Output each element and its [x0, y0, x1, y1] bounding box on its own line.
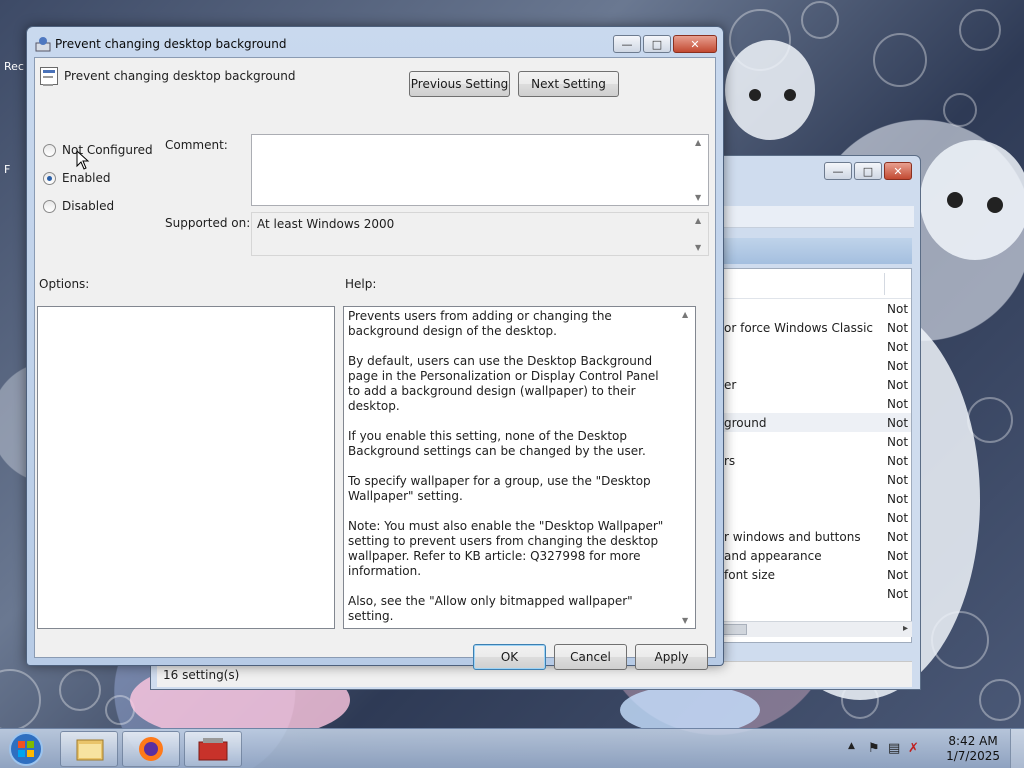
maximize-icon[interactable]: □ — [854, 162, 882, 180]
desktop-icon-label[interactable]: Rec — [4, 60, 28, 73]
setting-name: r windows and buttons — [724, 530, 861, 544]
setting-state: Not — [887, 549, 909, 563]
options-panel — [37, 306, 335, 629]
setting-name: and appearance — [724, 549, 822, 563]
help-panel[interactable]: Prevents users from adding or changing t… — [343, 306, 696, 629]
setting-name: rs — [724, 454, 736, 468]
supported-scrollbar[interactable]: ▲ ▼ — [691, 213, 708, 255]
start-button[interactable] — [4, 731, 48, 767]
scroll-down-icon[interactable]: ▼ — [695, 193, 701, 202]
supported-on-value: At least Windows 2000 — [257, 217, 395, 231]
cancel-button[interactable]: Cancel — [554, 644, 627, 670]
close-icon[interactable]: ✕ — [884, 162, 912, 180]
close-icon[interactable]: ✕ — [673, 35, 717, 53]
help-text: Prevents users from adding or changing t… — [348, 309, 673, 639]
setting-name: or force Windows Classic — [724, 321, 874, 335]
scroll-up-icon[interactable]: ▲ — [695, 138, 701, 147]
radio-disabled[interactable]: Disabled — [43, 199, 114, 213]
setting-state: Not — [887, 473, 909, 487]
scroll-up-icon[interactable]: ▲ — [682, 310, 688, 319]
radio-label: Disabled — [62, 199, 115, 213]
radio-circle[interactable] — [43, 143, 56, 157]
system-tray: ▲ ⚑ ▤ ✗ 8:42 AM 1/7/2025 — [834, 729, 1024, 768]
radio-label: Enabled — [62, 171, 111, 185]
dialog-client-area: Prevent changing desktop background Prev… — [34, 57, 716, 670]
setting-state: Not — [887, 359, 909, 373]
radio-enabled[interactable]: Enabled — [43, 171, 111, 185]
setting-name: font size — [724, 568, 775, 582]
setting-state: Not — [887, 435, 909, 449]
settings-count: 16 setting(s) — [163, 668, 240, 682]
supported-on-field: At least Windows 2000 ▲ ▼ — [251, 212, 709, 256]
setting-state: Not — [887, 397, 909, 411]
explorer-icon — [76, 739, 104, 761]
setting-name: ground — [724, 416, 767, 430]
setting-state: Not — [887, 416, 909, 430]
clock-date: 1/7/2025 — [946, 749, 1000, 763]
radio-circle[interactable] — [43, 199, 56, 213]
minimize-icon[interactable]: — — [613, 35, 641, 53]
action-center-flag-icon[interactable]: ⚑ — [868, 741, 880, 756]
setting-state: Not — [887, 321, 909, 335]
taskbar-explorer[interactable] — [60, 731, 118, 767]
setting-icon — [40, 67, 58, 86]
setting-state: Not — [887, 587, 909, 601]
clock[interactable]: 8:42 AM 1/7/2025 — [946, 734, 1000, 764]
comment-scrollbar[interactable]: ▲ ▼ — [691, 135, 708, 205]
setting-state: Not — [887, 340, 909, 354]
setting-state: Not — [887, 511, 909, 525]
maximize-icon[interactable]: □ — [643, 35, 671, 53]
clock-time: 8:42 AM — [948, 734, 998, 748]
help-paragraph: To specify wallpaper for a group, use th… — [348, 474, 651, 503]
volume-muted-icon[interactable]: ✗ — [908, 741, 919, 756]
next-setting-button[interactable]: Next Setting — [518, 71, 619, 97]
help-paragraph: Also, see the "Allow only bitmapped wall… — [348, 594, 633, 623]
bg-window-caption-buttons: — □ ✕ — [824, 162, 912, 180]
dialog-title: Prevent changing desktop background — [55, 37, 287, 51]
setting-state: Not — [887, 378, 909, 392]
help-paragraph: Note: You must also enable the "Desktop … — [348, 519, 664, 578]
options-label: Options: — [39, 277, 90, 291]
mouse-cursor-icon — [76, 150, 90, 170]
setting-header-title: Prevent changing desktop background — [64, 69, 296, 83]
scroll-up-icon[interactable]: ▲ — [695, 216, 701, 225]
setting-state: Not — [887, 454, 909, 468]
help-paragraph: If you enable this setting, none of the … — [348, 429, 646, 458]
supported-on-label: Supported on: — [165, 216, 251, 230]
desktop-icon-label-2[interactable]: F — [4, 163, 28, 176]
setting-name: er — [724, 378, 737, 392]
network-icon[interactable]: ▤ — [888, 741, 900, 756]
toolbox-icon — [198, 738, 228, 761]
radio-circle[interactable] — [43, 171, 56, 185]
help-label: Help: — [345, 277, 377, 291]
help-paragraph: Prevents users from adding or changing t… — [348, 309, 612, 338]
apply-button[interactable]: Apply — [635, 644, 708, 670]
show-desktop-button[interactable] — [1010, 729, 1024, 768]
policy-setting-dialog[interactable]: Prevent changing desktop background — □ … — [26, 26, 724, 670]
scroll-right-icon[interactable]: ▸ — [903, 623, 908, 634]
radio-not-configured[interactable]: Not Configured — [43, 143, 153, 157]
help-scrollbar[interactable]: ▲ ▼ — [678, 307, 695, 628]
firefox-icon — [139, 737, 163, 761]
setting-state: Not — [887, 530, 909, 544]
help-paragraph: By default, users can use the Desktop Ba… — [348, 354, 659, 413]
minimize-icon[interactable]: — — [824, 162, 852, 180]
setting-state: Not — [887, 302, 909, 316]
taskbar-firefox[interactable] — [122, 731, 180, 767]
taskbar-policy-editor[interactable] — [184, 731, 242, 767]
scroll-down-icon[interactable]: ▼ — [695, 243, 701, 252]
setting-state: Not — [887, 492, 909, 506]
scroll-down-icon[interactable]: ▼ — [682, 616, 688, 625]
previous-setting-button[interactable]: Previous Setting — [409, 71, 510, 97]
ok-button[interactable]: OK — [473, 644, 546, 670]
policy-icon — [35, 37, 51, 52]
dialog-caption-buttons: — □ ✕ — [613, 35, 717, 53]
setting-state: Not — [887, 568, 909, 582]
show-hidden-icons-icon[interactable]: ▲ — [848, 741, 855, 751]
taskbar: ▲ ⚑ ▤ ✗ 8:42 AM 1/7/2025 — [0, 728, 1024, 768]
comment-label: Comment: — [165, 138, 228, 152]
comment-field[interactable]: ▲ ▼ — [251, 134, 709, 206]
